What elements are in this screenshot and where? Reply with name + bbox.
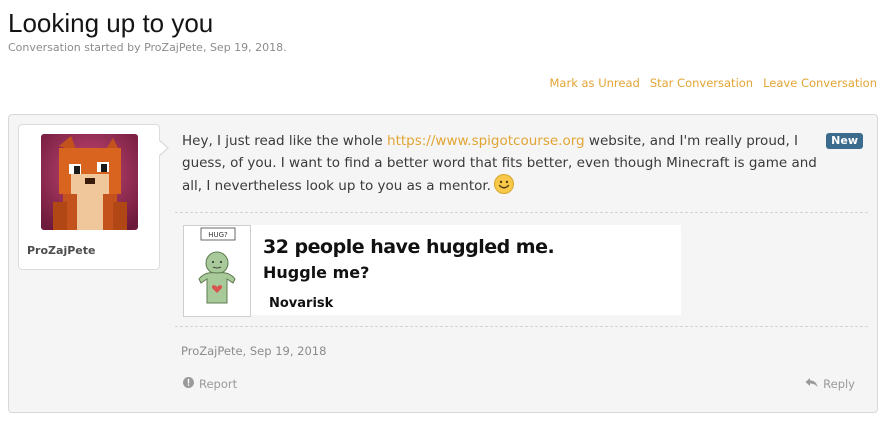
report-button[interactable]: Report	[183, 377, 237, 391]
report-icon	[183, 377, 194, 391]
message: ProZajPete Hey, I just read like the who…	[8, 114, 878, 413]
conversation-actions: Mark as Unread Star Conversation Leave C…	[550, 76, 878, 90]
message-content: Hey, I just read like the whole https://…	[175, 115, 871, 412]
user-card: ProZajPete	[18, 124, 169, 270]
mark-as-unread-link[interactable]: Mark as Unread	[550, 76, 640, 90]
message-text-before-link: Hey, I just read like the whole	[182, 133, 388, 149]
reply-label: Reply	[823, 377, 855, 391]
report-label: Report	[199, 377, 238, 391]
avatar[interactable]	[41, 134, 138, 230]
signature-line-2: Huggle me?	[263, 263, 370, 282]
star-conversation-link[interactable]: Star Conversation	[650, 76, 753, 90]
signature-line-3: Novarisk	[269, 296, 334, 311]
hug-tag: HUG?	[208, 231, 228, 239]
conversation-starter-info: Conversation started by ProZajPete, Sep …	[8, 41, 287, 54]
username[interactable]: ProZajPete	[27, 244, 95, 257]
reply-icon	[805, 377, 818, 391]
signature-image: HUG? 32 people have huggled me. Huggle m…	[183, 225, 681, 317]
leave-conversation-link[interactable]: Leave Conversation	[763, 76, 877, 90]
spigotcourse-link[interactable]: https://www.spigotcourse.org	[387, 133, 585, 149]
message-meta[interactable]: ProZajPete, Sep 19, 2018	[181, 344, 326, 358]
message-body: Hey, I just read like the whole https://…	[182, 130, 832, 201]
hug-me-character-icon: HUG?	[183, 225, 251, 317]
fox-avatar-image	[41, 134, 138, 230]
signature-line-1: 32 people have huggled me.	[263, 236, 555, 258]
meta-divider	[175, 326, 868, 327]
signature-divider	[175, 212, 868, 213]
smiley-icon	[493, 174, 514, 201]
new-badge: New	[826, 133, 863, 149]
reply-button[interactable]: Reply	[805, 377, 855, 391]
page-title: Looking up to you	[8, 8, 214, 38]
